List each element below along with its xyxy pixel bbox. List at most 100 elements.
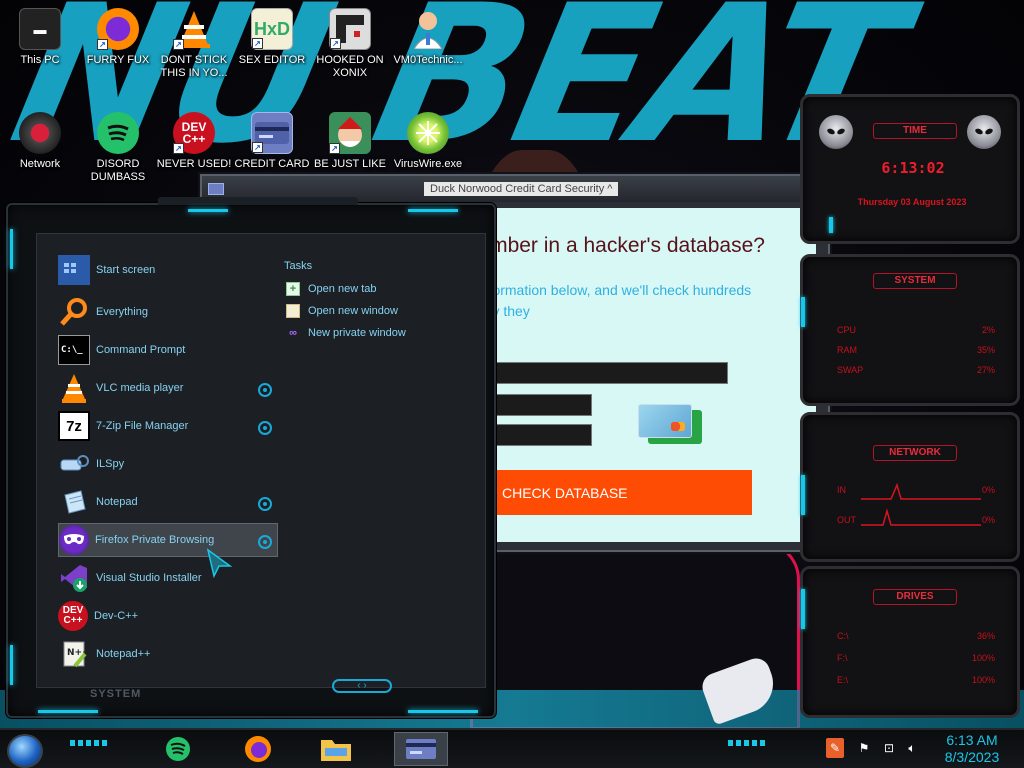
credit-cards-icon	[638, 404, 702, 450]
desktop-icon-this-pc[interactable]: ▬ This PC	[2, 8, 78, 67]
hxd-icon: HxD ↗	[251, 8, 293, 50]
desktop-icon-never-used[interactable]: DEV C++ ↗ NEVER USED!	[156, 112, 232, 171]
clock-gadget[interactable]: TIME 6:13:02 Thursday 03 August 2023	[800, 94, 1020, 244]
menu-item-7zip[interactable]: 7z 7-Zip File Manager	[58, 409, 278, 443]
firefox-icon	[245, 736, 271, 762]
desktop-icon-hooked-on-xonix[interactable]: ↗ HOOKED ON XONIX	[312, 8, 388, 80]
frame-glow	[408, 710, 478, 713]
menu-item-label: Notepad	[96, 496, 138, 508]
desktop-icon-viruswire[interactable]: VirusWire.exe	[390, 112, 466, 171]
check-database-button[interactable]: CHECK DATABASE	[476, 470, 752, 515]
desktop-icon-label: NEVER USED!	[156, 158, 232, 170]
desktop-icon-credit-card[interactable]: ↗ CREDIT CARD	[234, 112, 310, 171]
7zip-icon: 7z	[58, 411, 90, 441]
mouse-cursor-icon	[206, 548, 232, 578]
firefox-private-icon	[59, 525, 89, 555]
network-tray-icon[interactable]: ⊡	[880, 738, 898, 758]
row-label: CPU	[837, 325, 857, 335]
row-label: SWAP	[837, 365, 864, 375]
row-label: RAM	[837, 345, 857, 355]
row-label: E:\	[837, 675, 849, 685]
taskbar-firefox[interactable]	[238, 732, 278, 766]
menu-item-label: 7-Zip File Manager	[96, 420, 189, 432]
desktop-icon-network[interactable]: Network	[2, 112, 78, 171]
taskbar-clock[interactable]: 6:13 AM 8/3/2023	[932, 732, 1012, 766]
this-pc-icon: ▬	[19, 8, 61, 50]
drives-gadget[interactable]: DRIVES C:\ 36% F:\ 100% E:\ 100%	[800, 566, 1020, 718]
desktop-icon-disord[interactable]: DISORD DUMBASS	[80, 112, 156, 184]
mask-icon: ∞	[289, 327, 297, 339]
menu-item-ilspy[interactable]: ILSpy	[58, 447, 278, 481]
menu-item-label: Notepad++	[96, 648, 151, 660]
desktop-icon-dont-stick[interactable]: ↗ DONT STICK THIS IN YO...	[156, 8, 232, 80]
ilspy-icon	[58, 449, 90, 479]
start-menu-footer: SYSTEM	[90, 688, 142, 700]
menu-item-firefox-private[interactable]: Firefox Private Browsing	[58, 523, 278, 557]
menu-item-start-screen[interactable]: Start screen	[58, 253, 278, 287]
start-menu[interactable]: Start screen Everything C:\_ Command Pro…	[6, 197, 496, 718]
menu-item-devcpp[interactable]: DEV C++ Dev-C++	[58, 599, 278, 633]
row-value: 35%	[976, 345, 995, 355]
desktop-icon-be-just-like[interactable]: ↗ BE JUST LIKE	[312, 112, 388, 171]
menu-item-label: ILSpy	[96, 458, 125, 470]
row-value: 27%	[976, 365, 995, 375]
credit-card-icon: ↗	[251, 112, 293, 154]
menu-item-everything[interactable]: Everything	[58, 295, 278, 329]
row-value: 36%	[976, 631, 995, 641]
menu-item-label: Dev-C++	[94, 610, 139, 622]
menu-item-notepadpp[interactable]: N++ Notepad++	[58, 637, 278, 671]
jump-list-arrow-icon[interactable]	[258, 535, 272, 549]
santa-face-icon: ↗	[329, 112, 371, 154]
taskbar-credit-card-app[interactable]	[394, 732, 448, 766]
desktop-icon-sex-editor[interactable]: HxD ↗ SEX EDITOR	[234, 8, 310, 67]
menu-item-notepad[interactable]: Notepad	[58, 485, 278, 519]
menu-item-visual-studio[interactable]: Visual Studio Installer	[58, 561, 278, 595]
spotify-icon	[166, 737, 190, 761]
start-menu-nav-arrows[interactable]: ‹ ›	[332, 679, 392, 693]
network-gadget[interactable]: NETWORK IN 0% OUT 0%	[800, 412, 1020, 562]
desktop-icon-furry-fux[interactable]: ↗ FURRY FUX	[80, 8, 156, 67]
alien-head-icon	[967, 115, 1001, 149]
system-row-ram: RAM 35%	[837, 345, 995, 355]
jump-list-arrow-icon[interactable]	[258, 421, 272, 435]
browser-tab-title[interactable]: Duck Norwood Credit Card Security ^	[424, 182, 619, 196]
row-value: 100%	[971, 675, 995, 685]
desktop-icon-label: DISORD DUMBASS	[90, 158, 146, 183]
menu-item-vlc[interactable]: VLC media player	[58, 371, 278, 405]
taskbar-time: 6:13 AM	[946, 732, 998, 748]
desktop-icon-label: SEX EDITOR	[238, 54, 306, 66]
system-gadget[interactable]: SYSTEM CPU 2% RAM 35% SWAP 27%	[800, 254, 1020, 406]
card-number-field[interactable]	[476, 362, 728, 384]
tasks-heading: Tasks	[284, 260, 313, 272]
system-row-cpu: CPU 2%	[837, 325, 995, 335]
notepadpp-icon: N++	[58, 639, 90, 669]
jump-list-arrow-icon[interactable]	[258, 497, 272, 511]
gadget-glow	[801, 475, 805, 515]
taskbar-spotify[interactable]	[158, 732, 198, 766]
network-row-in: IN 0%	[837, 485, 995, 495]
row-label: IN	[837, 485, 846, 495]
task-open-new-window[interactable]: Open new window	[286, 304, 398, 318]
taskbar-file-explorer[interactable]	[316, 732, 356, 766]
terminal-icon: C:\_	[58, 335, 90, 365]
volume-icon[interactable]: 🔈︎	[902, 738, 922, 758]
update-tray-icon[interactable]: ✎	[826, 738, 844, 758]
start-orb-button[interactable]	[7, 734, 43, 768]
clock-time: 6:13:02	[881, 159, 945, 177]
frame-glow	[10, 229, 13, 269]
task-new-private-window[interactable]: ∞ New private window	[286, 326, 406, 340]
window-icon	[286, 304, 300, 318]
row-value: 0%	[981, 485, 995, 495]
desktop-icon-vm0technic[interactable]: VM0Technic...	[390, 8, 466, 67]
flag-icon[interactable]: ⚑	[856, 738, 872, 758]
row-label: F:\	[837, 653, 848, 663]
menu-item-command-prompt[interactable]: C:\_ Command Prompt	[58, 333, 278, 367]
jump-list-arrow-icon[interactable]	[258, 383, 272, 397]
task-open-new-tab[interactable]: + Open new tab	[286, 282, 377, 296]
plus-icon: +	[286, 282, 300, 296]
gadget-title: TIME	[873, 123, 957, 139]
credit-card-app-icon	[208, 183, 224, 195]
credit-card-icon	[406, 739, 436, 759]
menu-item-label: Everything	[96, 306, 148, 318]
doctor-icon	[407, 8, 449, 50]
